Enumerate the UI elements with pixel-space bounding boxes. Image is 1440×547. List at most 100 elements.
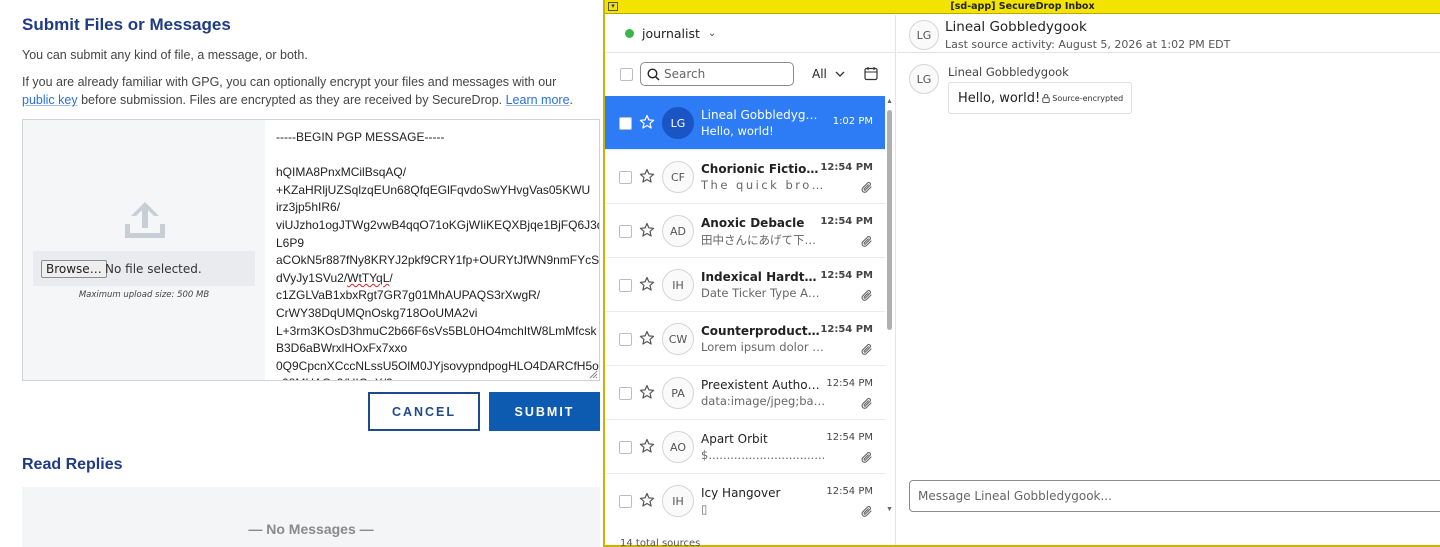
source-checkbox[interactable] [619,117,632,130]
scroll-up-icon[interactable]: ▲ [886,98,893,105]
star-icon[interactable] [639,222,655,238]
message-preview: Hello, world! [701,124,774,138]
source-name: Icy Hangover [701,486,781,500]
pgp-line: L+3rm3KOsD3hmuC2b66F6sVs5BL0HO4mchItW8Lm… [276,323,597,338]
message-preview: ▯ [701,502,708,516]
attachment-icon [861,397,873,415]
scroll-down-icon[interactable]: ▼ [886,506,893,513]
source-list-item[interactable]: AO Apart Orbit $..........................… [605,420,885,474]
conversation-pane: LG Lineal Gobbledygook Last source activ… [897,15,1440,545]
encryption-label: Source-encrypted [1052,93,1124,103]
source-list-item[interactable]: AD Anoxic Debacle 田中さんにあげて下さい。 12:54 PM [605,204,885,258]
select-all-checkbox[interactable] [620,68,633,81]
star-icon[interactable] [639,492,655,508]
source-checkbox[interactable] [619,495,632,508]
source-checkbox[interactable] [619,441,632,454]
source-checkbox[interactable] [619,387,632,400]
star-icon[interactable] [639,114,655,130]
avatar: AO [662,431,694,463]
message-textarea[interactable]: -----BEGIN PGP MESSAGE----- hQIMA8PnxMCil… [267,120,599,380]
public-key-link[interactable]: public key [22,93,78,107]
source-name: Lineal Gobbledygook [945,19,1087,35]
file-input-row: Browse… No file selected. [33,251,255,286]
source-name: Chorionic Fictionalization [701,162,823,176]
total-sources-count: 14 total sources [620,538,701,547]
last-message-time: 12:54 PM [820,162,873,173]
message-compose-input[interactable]: Message Lineal Gobbledygook... [909,480,1440,512]
source-checkbox[interactable] [619,225,632,238]
pgp-line: 0Q9CpcnXCccNLssU5OlM0JYjsovypndpogHLO4DA… [276,358,599,373]
user-menu[interactable]: journalist ⌄ [625,26,716,41]
pgp-line: B3D6aBWrxlHOxFx7xxo [276,341,408,356]
source-list-item[interactable]: IH Indexical Hardtack Date Ticker Type Amo… [605,258,885,312]
star-icon[interactable] [639,168,655,184]
pgp-line: c08MHACv2/UIQpX/2 [276,375,599,380]
learn-more-link[interactable]: Learn more [506,93,570,107]
avatar: CF [662,161,694,193]
last-message-time: 12:54 PM [820,270,873,281]
window-title: [sd-app] SecureDrop Inbox [950,1,1095,12]
securedrop-client-window: ▾ [sd-app] SecureDrop Inbox journalist ⌄… [603,0,1440,547]
last-message-time: 12:54 PM [826,432,873,443]
search-input[interactable]: Search [640,62,794,86]
gpg-text-2: before submission. Files are encrypted a… [77,93,506,107]
source-name: Counterproductive Wetland [701,324,823,338]
gpg-text-1: If you are already familiar with GPG, yo… [22,75,557,89]
message-preview: data:image/jpeg;base64 [701,394,827,408]
source-name: Lineal Gobbledygook [701,108,823,122]
submit-button[interactable]: SUBMIT [489,392,600,431]
source-list: LG Lineal Gobbledygook Hello, world! 1:02 P… [605,96,885,520]
source-list-scrollbar[interactable]: ▲ ▼ [885,96,895,520]
online-status-icon [625,29,634,38]
last-message-time: 12:54 PM [826,486,873,497]
source-sidebar: journalist ⌄ Search All LG Lineal Gobbled… [605,15,896,547]
pgp-line: viUJzho1ogJTWg2vwB4qqO71oKGjWIiKEQXBjqe1… [276,217,599,232]
cancel-button[interactable]: CANCEL [368,392,480,431]
message-sender: Lineal Gobbledygook [948,65,1069,79]
file-upload-area[interactable]: Browse… No file selected. Maximum upload… [23,120,265,380]
pgp-line: +KZaHRljUZSqlzqEUn68QfqEGlFqvdoSwYHvgVas… [276,182,591,197]
avatar: IH [662,269,694,301]
gpg-paragraph: If you are already familiar with GPG, yo… [22,75,574,107]
star-icon[interactable] [639,384,655,400]
pgp-line: irz3jp5hIR6/ [276,200,341,215]
source-name: Indexical Hardtack [701,270,823,284]
source-list-item[interactable]: PA Preexistent Authoritarianism data:image… [605,366,885,420]
source-checkbox[interactable] [619,279,632,292]
search-icon [647,68,660,81]
message-preview: 田中さんにあげて下さい。 [701,233,827,247]
source-checkbox[interactable] [619,171,632,184]
source-checkbox[interactable] [619,333,632,346]
conversation-header: LG Lineal Gobbledygook Last source activ… [897,15,1440,53]
avatar: LG [909,20,939,50]
browse-button[interactable]: Browse… [41,260,107,278]
sort-calendar-icon[interactable] [864,66,878,81]
source-list-item[interactable]: CF Chorionic Fictionalization The quick br… [605,150,885,204]
filter-label: All [812,67,827,81]
attachment-icon [861,343,873,361]
last-message-time: 1:02 PM [832,116,873,127]
replies-panel: — No Messages — [22,487,600,547]
attachment-icon [861,505,873,520]
pgp-line: aCOkN5r887fNy8KRYJ2pkf9CRY1fp+OURYtJfWN9… [276,253,599,268]
scrollbar-thumb[interactable] [887,110,892,330]
upload-icon [125,202,165,238]
resize-handle-icon[interactable] [589,370,598,379]
source-list-item[interactable]: CW Counterproductive Wetland Lorem ipsum d… [605,312,885,366]
filter-dropdown[interactable]: All [812,67,845,81]
last-message-time: 12:54 PM [820,324,873,335]
attachment-icon [861,289,873,307]
last-activity: Last source activity: August 5, 2026 at … [945,38,1231,51]
attachment-icon [861,451,873,469]
source-list-item[interactable]: LG Lineal Gobbledygook Hello, world! 1:02 P… [605,96,885,150]
star-icon[interactable] [639,330,655,346]
pgp-line: c1ZGLVaB1xbxRgt7GR7g01MhAUPAQS3rXwgR/ [276,288,541,303]
star-icon[interactable] [639,276,655,292]
source-list-item[interactable]: IH Icy Hangover ▯ 12:54 PM [605,474,885,520]
username: journalist [642,26,700,41]
attachment-icon [861,235,873,253]
search-placeholder: Search [664,67,706,81]
window-titlebar: ▾ [sd-app] SecureDrop Inbox [605,0,1440,14]
star-icon[interactable] [639,438,655,454]
avatar: LG [662,107,694,139]
